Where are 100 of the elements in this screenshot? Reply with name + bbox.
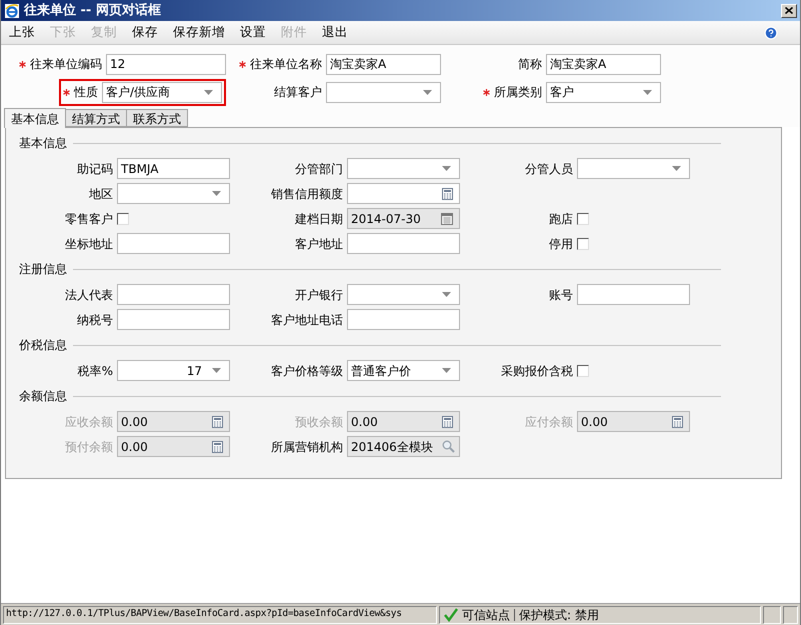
field-value: TBMJA — [121, 160, 158, 178]
dropdown-field[interactable]: 客户 — [546, 82, 661, 102]
field-label: 地区 — [89, 186, 113, 202]
field-label: 客户价格等级 — [271, 362, 343, 380]
dropdown-field[interactable]: 17 — [117, 360, 230, 381]
field-label: 往来单位名称 — [250, 56, 322, 73]
text-field[interactable] — [117, 284, 230, 305]
field-label: 采购报价含税 — [501, 362, 573, 380]
tab[interactable]: 联系方式 — [126, 109, 188, 127]
field-value: 0.00 — [581, 414, 608, 430]
section-title: 余额信息 — [19, 388, 67, 405]
text-field[interactable] — [347, 233, 460, 254]
section-title: 基本信息 — [19, 135, 67, 152]
menu-item[interactable]: 上张 — [9, 23, 35, 42]
dropdown-field[interactable] — [117, 183, 230, 204]
text-field[interactable] — [117, 233, 230, 254]
field-value: 0.00 — [351, 414, 378, 430]
field-label: 建档日期 — [295, 210, 343, 228]
field-label: 税率% — [78, 362, 113, 380]
field-label: 所属类别 — [494, 84, 542, 101]
section-title: 注册信息 — [19, 261, 67, 278]
calculator-icon — [212, 440, 223, 452]
field-label: 分管人员 — [525, 160, 573, 178]
text-field[interactable]: 淘宝卖家A — [326, 54, 441, 74]
status-panel — [783, 606, 798, 624]
dropdown-field[interactable] — [347, 158, 460, 179]
field-label: 助记码 — [77, 160, 113, 178]
field-value: 2014-07-30 — [351, 210, 421, 228]
checkbox[interactable] — [577, 212, 589, 224]
caret-icon — [442, 166, 451, 171]
text-field[interactable]: TBMJA — [117, 158, 230, 179]
menu-item[interactable]: 退出 — [322, 23, 348, 42]
dropdown-field[interactable] — [347, 284, 460, 305]
menu-item[interactable]: 设置 — [240, 23, 266, 42]
field-label: 性质 — [74, 84, 98, 101]
caret-icon — [442, 292, 451, 297]
status-panel — [763, 606, 781, 624]
field-value: 淘宝卖家A — [330, 56, 386, 73]
field-value: 客户 — [550, 84, 574, 101]
calculator-icon — [672, 416, 683, 428]
field-value: 0.00 — [121, 414, 148, 430]
close-button[interactable] — [781, 4, 797, 18]
text-field[interactable] — [577, 284, 690, 305]
dropdown-field[interactable] — [577, 158, 690, 179]
checkbox[interactable] — [117, 212, 129, 224]
field-label: 结算客户 — [274, 84, 322, 101]
text-field[interactable] — [347, 309, 460, 330]
date-field[interactable]: 2014-07-30 — [347, 208, 460, 229]
tab[interactable]: 基本信息 — [4, 108, 66, 128]
required-icon — [483, 88, 490, 96]
close-icon — [785, 7, 793, 14]
calculator-icon — [442, 188, 453, 200]
caret-icon — [672, 166, 681, 171]
section-title: 价税信息 — [19, 337, 67, 354]
search-icon — [442, 440, 455, 453]
url-text: http://127.0.0.1/TPlus/BAPView/BaseInfoCard.aspx?pId=baseInfoCardView&sys — [6, 607, 402, 622]
browser-icon — [4, 2, 20, 18]
field-value: 201406全模块 — [351, 438, 433, 456]
field-value: 淘宝卖家A — [550, 56, 606, 73]
field-label: 跑店 — [549, 210, 573, 228]
required-icon — [19, 60, 26, 68]
field-label: 预付余额 — [65, 438, 113, 456]
required-icon — [239, 60, 246, 68]
dropdown-field[interactable]: 客户/供应商 — [102, 82, 222, 102]
field-label: 纳税号 — [77, 312, 113, 328]
caret-icon — [212, 368, 221, 373]
caret-icon — [212, 191, 221, 196]
field-value: 普通客户价 — [351, 362, 411, 380]
zone-text: 可信站点 — [462, 606, 510, 624]
dropdown-field[interactable]: 普通客户价 — [347, 360, 460, 381]
field-label: 法人代表 — [65, 286, 113, 304]
text-field[interactable] — [117, 309, 230, 330]
caret-icon — [442, 368, 451, 373]
menu-item[interactable]: 保存 — [132, 23, 158, 42]
required-icon — [63, 88, 70, 96]
text-field[interactable]: 淘宝卖家A — [546, 54, 661, 74]
field-value: 17 — [186, 362, 202, 380]
help-icon[interactable] — [764, 26, 778, 40]
field-label: 账号 — [549, 286, 573, 304]
field-label: 停用 — [549, 236, 573, 252]
field-label: 开户银行 — [295, 286, 343, 304]
field-value: 12 — [110, 56, 126, 73]
field-label: 所属营销机构 — [271, 438, 343, 456]
protected-mode-text: 保护模式: 禁用 — [519, 606, 599, 624]
check-icon — [444, 608, 458, 622]
field-value: 0.00 — [121, 438, 148, 456]
tab[interactable]: 结算方式 — [65, 109, 127, 127]
field-label: 预收余额 — [295, 414, 343, 430]
caret-icon — [204, 90, 213, 94]
dropdown-field[interactable] — [326, 82, 441, 102]
checkbox[interactable] — [577, 364, 589, 376]
caret-icon — [643, 90, 652, 94]
lookup-field[interactable]: 201406全模块 — [347, 436, 460, 457]
field-label: 应付余额 — [525, 414, 573, 430]
field-label: 销售信用额度 — [271, 186, 343, 202]
number-field[interactable] — [347, 183, 460, 204]
checkbox[interactable] — [577, 238, 589, 250]
text-field[interactable]: 12 — [106, 54, 226, 74]
menu-item[interactable]: 保存新增 — [173, 23, 225, 42]
caret-icon — [423, 90, 432, 94]
